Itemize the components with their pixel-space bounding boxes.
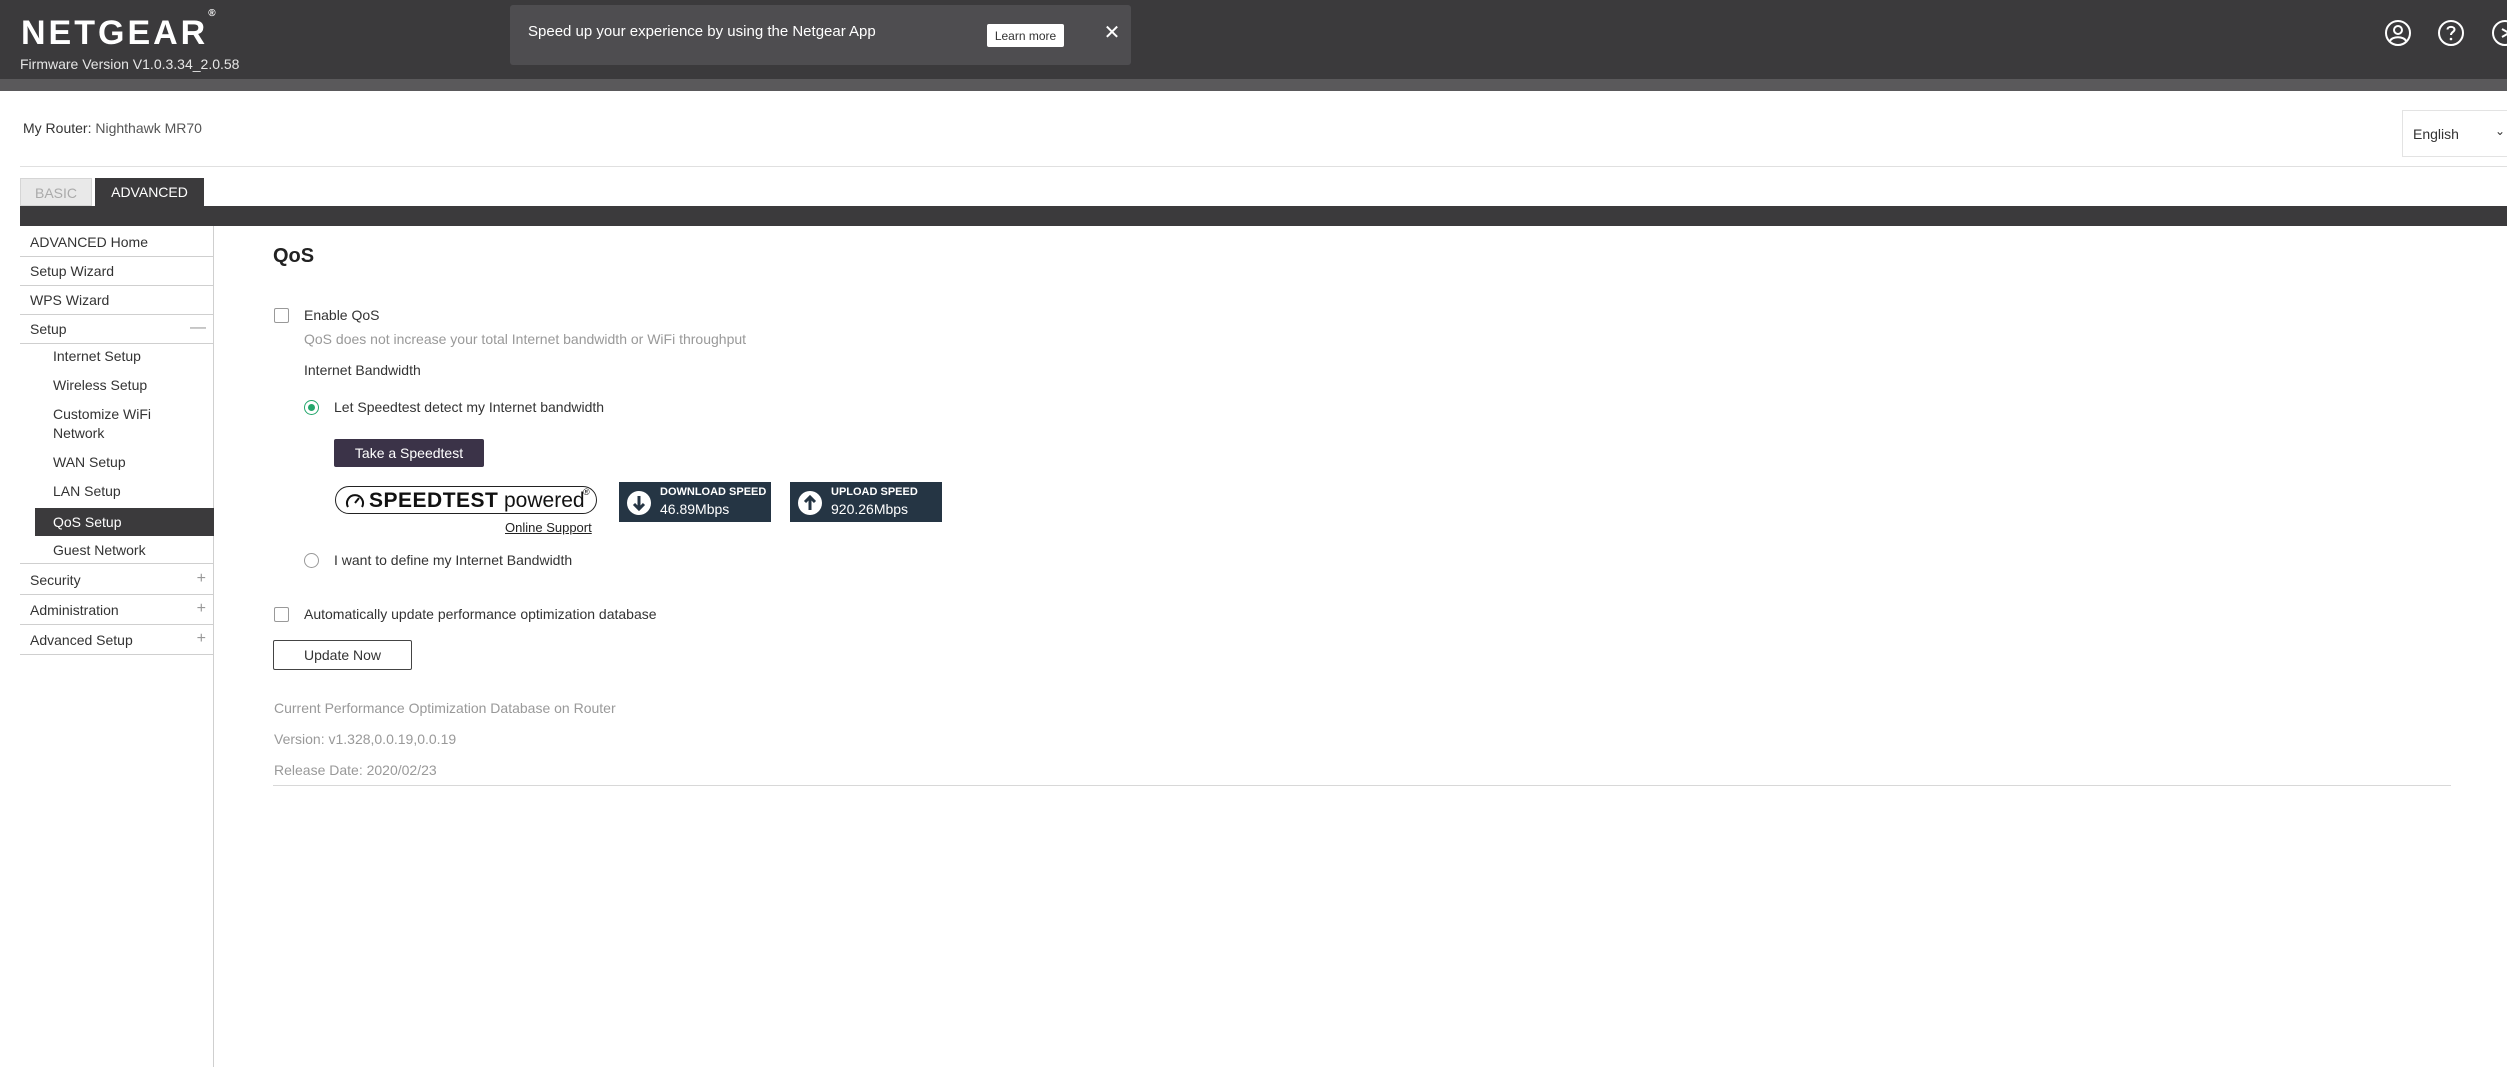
sidebar-item-security[interactable]: Security + <box>20 566 214 595</box>
sidebar-item-wps-wizard[interactable]: WPS Wizard <box>20 286 214 315</box>
collapse-icon: — <box>190 319 206 336</box>
brand-text: NETGEAR <box>21 14 209 52</box>
sidebar-item-label: Setup <box>30 321 67 337</box>
auto-update-checkbox[interactable] <box>274 607 289 622</box>
sidebar-item-internet-setup[interactable]: Internet Setup <box>20 348 214 364</box>
sidebar-item-qos-setup[interactable]: QoS Setup <box>35 508 214 536</box>
sidebar-item-advanced-home[interactable]: ADVANCED Home <box>20 228 214 257</box>
router-model: Nighthawk MR70 <box>95 120 202 136</box>
sidebar-item-setup[interactable]: Setup — <box>20 315 214 344</box>
download-speed-box: DOWNLOAD SPEED 46.89Mbps <box>619 482 771 522</box>
divider <box>20 563 214 564</box>
auto-update-label: Automatically update performance optimiz… <box>304 606 657 622</box>
speedtest-powered-logo: SPEEDTEST powered ® <box>335 486 597 514</box>
upload-speed-value: 920.26Mbps <box>831 501 909 517</box>
language-select[interactable]: English ⌄ <box>2402 110 2507 157</box>
expand-icon: + <box>196 630 206 647</box>
sidebar-item-setup-wizard[interactable]: Setup Wizard <box>20 257 214 286</box>
trademark: ® <box>208 7 216 19</box>
tab-basic[interactable]: BASIC <box>20 178 92 206</box>
logout-icon[interactable] <box>2490 18 2507 48</box>
define-bandwidth-label: I want to define my Internet Bandwidth <box>334 552 573 568</box>
expand-icon: + <box>196 570 206 587</box>
sidebar-item-label: LAN Setup <box>53 483 121 499</box>
sidebar-item-wireless-setup[interactable]: Wireless Setup <box>20 377 214 393</box>
sidebar-item-label: ADVANCED Home <box>30 234 148 250</box>
enable-qos-checkbox[interactable] <box>274 308 289 323</box>
user-account-icon[interactable] <box>2383 18 2413 48</box>
page-title: QoS <box>273 245 315 267</box>
speedometer-icon <box>346 494 364 508</box>
top-header <box>0 0 2507 79</box>
sidebar-item-lan-setup[interactable]: LAN Setup <box>20 483 214 499</box>
sidebar-item-customize-wifi[interactable]: Customize WiFi Network <box>20 405 180 443</box>
enable-qos-label: Enable QoS <box>304 307 380 323</box>
promo-text: Speed up your experience by using the Ne… <box>528 23 876 40</box>
sidebar-item-label: Internet Setup <box>53 348 141 364</box>
db-release-date: Release Date: 2020/02/23 <box>274 762 437 778</box>
download-speed-label: DOWNLOAD SPEED <box>660 486 767 498</box>
speedtest-radio[interactable] <box>304 400 319 415</box>
upload-arrow-icon <box>798 491 822 515</box>
sidebar-item-label: Advanced Setup <box>30 632 133 648</box>
my-router-info: My Router: Nighthawk MR70 <box>23 120 202 136</box>
tab-advanced[interactable]: ADVANCED <box>95 178 204 206</box>
sidebar-item-wan-setup[interactable]: WAN Setup <box>20 454 214 470</box>
sidebar-item-label: Security <box>30 572 81 588</box>
sidebar-item-label: Guest Network <box>53 542 146 558</box>
sidebar-item-guest-network[interactable]: Guest Network <box>20 542 214 558</box>
app-promo-banner: Speed up your experience by using the Ne… <box>510 5 1131 65</box>
speedtest-radio-label: Let Speedtest detect my Internet bandwid… <box>334 399 605 415</box>
sidebar-item-label: Customize WiFi Network <box>53 406 152 441</box>
download-speed-value: 46.89Mbps <box>660 501 730 517</box>
update-now-button[interactable]: Update Now <box>273 640 412 670</box>
close-icon[interactable]: ✕ <box>1100 21 1124 45</box>
firmware-version: Firmware Version V1.0.3.34_2.0.58 <box>20 56 240 72</box>
learn-more-button[interactable]: Learn more <box>987 24 1064 47</box>
bandwidth-heading: Internet Bandwidth <box>304 362 421 378</box>
expand-icon: + <box>196 600 206 617</box>
tab-bar <box>20 206 2507 226</box>
chevron-down-icon: ⌄ <box>2495 124 2506 138</box>
upload-speed-box: UPLOAD SPEED 920.26Mbps <box>790 482 942 522</box>
sidebar-item-label: Wireless Setup <box>53 377 148 393</box>
sidebar-item-label: QoS Setup <box>53 514 122 530</box>
divider <box>20 166 2507 167</box>
enable-qos-hint: QoS does not increase your total Interne… <box>304 331 747 347</box>
define-bandwidth-radio[interactable] <box>304 553 319 568</box>
language-value: English <box>2413 126 2459 142</box>
upload-speed-label: UPLOAD SPEED <box>831 486 918 498</box>
header-shade <box>0 79 2507 91</box>
sidebar-item-label: Setup Wizard <box>30 263 115 279</box>
sidebar-item-label: Administration <box>30 602 119 618</box>
sidebar-item-administration[interactable]: Administration + <box>20 596 214 625</box>
speedtest-wordmark: SPEEDTEST <box>369 489 499 512</box>
take-speedtest-button[interactable]: Take a Speedtest <box>334 439 484 467</box>
sidebar-item-label: WAN Setup <box>53 454 126 470</box>
divider <box>273 785 2451 786</box>
my-router-label: My Router: <box>23 120 92 136</box>
sidebar-item-advanced-setup[interactable]: Advanced Setup + <box>20 626 214 655</box>
registered-mark: ® <box>583 487 590 497</box>
sidebar-item-label: WPS Wizard <box>30 292 110 308</box>
online-support-link[interactable]: Online Support <box>505 520 592 535</box>
help-icon[interactable] <box>2436 18 2466 48</box>
db-version: Version: v1.328,0.0.19,0.0.19 <box>274 731 457 747</box>
db-heading: Current Performance Optimization Databas… <box>274 700 616 716</box>
download-arrow-icon <box>627 491 651 515</box>
powered-wordmark: powered <box>504 489 585 512</box>
netgear-logo[interactable]: NETGEAR® <box>21 8 216 53</box>
